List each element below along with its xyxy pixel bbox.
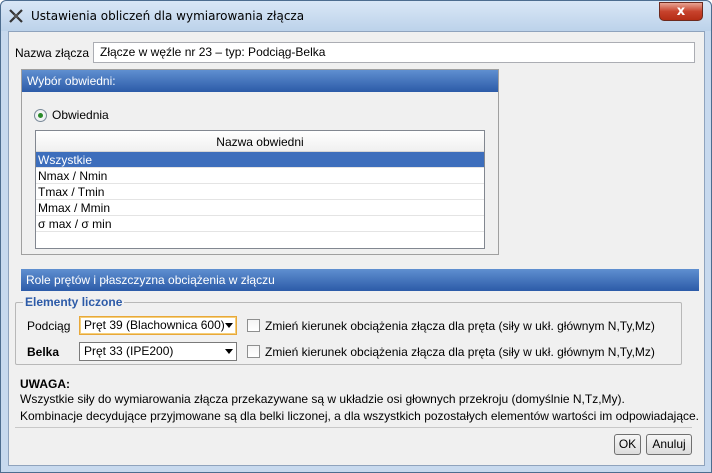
envelope-row[interactable]: σ max / σ min [36, 216, 484, 232]
envelope-group: Wybór obwiedni: Obwiednia Nazwa obwiedni… [21, 69, 499, 255]
beam-reverse-checkbox[interactable] [247, 345, 260, 358]
beam-label: Belka [27, 345, 60, 359]
roles-group-header: Role prętów i płaszczyzna obciążenia w z… [21, 269, 699, 291]
beam-reverse-label: Zmień kierunek obciążenia złącza dla prę… [265, 345, 655, 359]
girder-select[interactable]: Pręt 39 (Blachownica 600) [79, 316, 237, 335]
close-button[interactable]: x [659, 2, 703, 21]
envelope-table: Nazwa obwiedni Wszystkie Nmax / Nmin Tma… [35, 130, 485, 249]
dialog-client: Nazwa złącza Złącze w węźle nr 23 – typ:… [8, 31, 705, 466]
joint-name-input[interactable]: Złącze w węźle nr 23 – typ: Podciąg-Belk… [93, 42, 695, 63]
divider [15, 427, 692, 428]
girder-reverse-label: Zmień kierunek obciążenia złącza dla prę… [265, 319, 655, 333]
chevron-down-icon [225, 323, 233, 328]
envelope-row[interactable]: Wszystkie [36, 152, 484, 168]
note-line-1: Wszystkie siły do wymiarowania złącza pr… [20, 392, 625, 406]
beam-select-value: Pręt 33 (IPE200) [84, 344, 174, 358]
girder-select-value: Pręt 39 (Blachownica 600) [84, 318, 225, 332]
envelope-table-header[interactable]: Nazwa obwiedni [36, 131, 484, 152]
girder-reverse-checkbox[interactable] [247, 319, 260, 332]
envelope-row[interactable]: Mmax / Mmin [36, 200, 484, 216]
cancel-button[interactable]: Anuluj [646, 434, 692, 455]
app-icon [9, 9, 23, 23]
note-title: UWAGA: [20, 377, 70, 391]
dialog-window: Ustawienia obliczeń dla wymiarowania złą… [0, 0, 712, 473]
envelope-row[interactable]: Nmax / Nmin [36, 168, 484, 184]
envelope-radio-label: Obwiednia [52, 108, 109, 122]
title-bar[interactable]: Ustawienia obliczeń dla wymiarowania złą… [1, 1, 711, 31]
chevron-down-icon [225, 349, 233, 354]
radio-selected-dot [38, 113, 43, 118]
beam-select[interactable]: Pręt 33 (IPE200) [79, 342, 237, 361]
girder-label: Podciąg [27, 319, 71, 333]
joint-name-label: Nazwa złącza [15, 46, 90, 60]
envelope-row[interactable]: Tmax / Tmin [36, 184, 484, 200]
ok-button[interactable]: OK [614, 434, 641, 455]
elements-legend: Elementy liczone [23, 295, 125, 309]
note-line-2: Kombinacje decydujące przyjmowane są dla… [20, 409, 699, 423]
envelope-group-header: Wybór obwiedni: [22, 70, 498, 92]
close-icon: x [676, 4, 686, 19]
envelope-radio[interactable] [34, 109, 47, 122]
window-title: Ustawienia obliczeń dla wymiarowania złą… [31, 9, 305, 23]
